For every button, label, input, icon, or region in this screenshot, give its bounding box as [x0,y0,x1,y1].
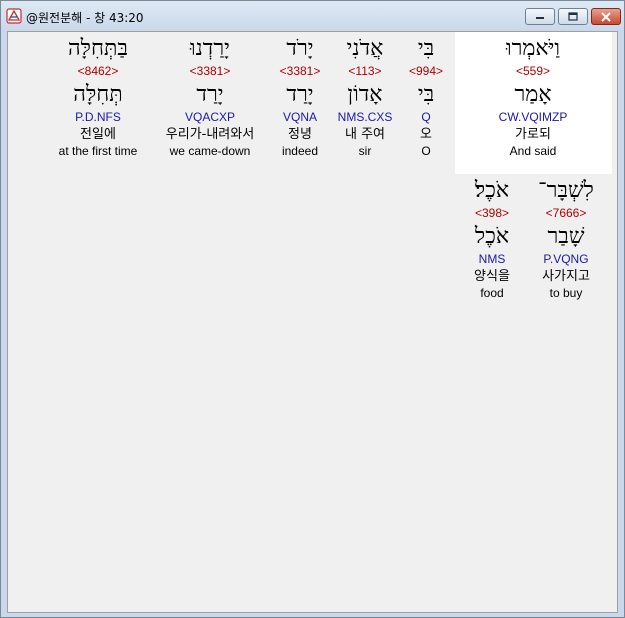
close-button[interactable] [591,8,621,25]
morph-code: P.D.NFS [75,110,121,124]
word-ochel[interactable]: אֹכֶל׃ <398> אֹכֶל NMS 양식을 food [432,178,552,300]
strong-number[interactable]: <8462> [38,64,158,80]
english-gloss: at the first time [58,144,138,158]
window-title: @원전분해 - 창 43:20 [26,11,144,25]
hebrew-word: בַּתְּחִלָּה [68,36,128,61]
word-batchilla[interactable]: בַּתְּחִלָּה <8462> תְּחִלָּה P.D.NFS 전일… [38,36,158,158]
morph-code: NMS [478,252,506,266]
korean-gloss: 우리가-내려와서 [165,127,255,142]
app-logo-icon [6,8,22,24]
strong-number[interactable]: <398> [432,206,552,222]
hebrew-word: יָרַדְנוּ [190,36,230,61]
korean-gloss: 양식을 [474,269,510,284]
strong-number[interactable]: <3381> [150,64,270,80]
english-gloss: food [480,286,504,300]
english-gloss: we came-down [169,144,251,158]
close-icon [601,11,611,22]
title-bar[interactable]: @원전분해 - 창 43:20 [1,1,624,31]
korean-gloss: 전일에 [80,127,116,142]
hebrew-word: וַיֹּאמְרוּ [505,36,561,61]
lemma-word: יָרַד [196,82,224,107]
lemma-word: תְּחִלָּה [73,82,123,107]
lemma-word: אֹכֶל [474,224,510,249]
strong-number[interactable]: <559> [473,64,593,80]
interlinear-panel: וַיֹּאמְרוּ <559> אָמַר CW.VQIMZP 가로되 An… [7,31,618,613]
korean-gloss: 가로되 [515,127,551,142]
word-vayomru[interactable]: וַיֹּאמְרוּ <559> אָמַר CW.VQIMZP 가로되 An… [473,36,593,158]
word-yaradnu[interactable]: יָרַדְנוּ <3381> יָרַד VQACXP 우리가-내려와서 w… [150,36,270,158]
maximize-button[interactable] [558,8,588,25]
english-gloss: And said [509,144,557,158]
hebrew-word: אֹכֶל׃ [474,178,510,203]
app-window: @원전분해 - 창 43:20 וַיֹּאמְרוּ <559> אָמַר … [0,0,625,618]
lemma-word: אָמַר [514,82,552,107]
maximize-icon [568,11,578,21]
minimize-button[interactable] [525,8,555,25]
morph-code: CW.VQIMZP [498,110,568,124]
morph-code: VQACXP [184,110,235,124]
minimize-icon [536,16,544,19]
